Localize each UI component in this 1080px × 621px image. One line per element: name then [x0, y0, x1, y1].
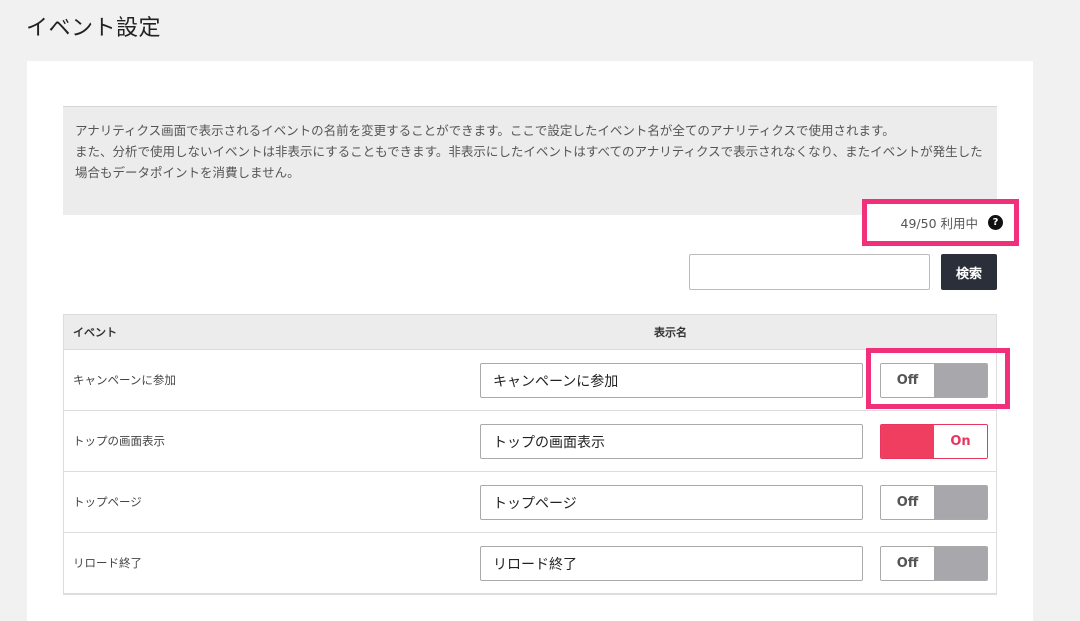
display-name-input[interactable]: トップの画面表示	[480, 424, 863, 459]
help-icon[interactable]: ?	[988, 215, 1003, 230]
description-line-2: また、分析で使用しないイベントは非表示にすることもできます。非表示にしたイベント…	[75, 144, 983, 180]
toggle-label: On	[934, 425, 987, 458]
toggle-knob	[934, 486, 987, 519]
table-header: イベント 表示名	[64, 315, 996, 350]
event-name: トップページ	[73, 495, 142, 509]
toggle-label: Off	[881, 547, 934, 580]
search-button[interactable]: 検索	[941, 254, 997, 290]
event-table: イベント 表示名 キャンペーンに参加 キャンペーンに参加 Off トップの画面表…	[63, 314, 997, 595]
visibility-toggle[interactable]: Off	[880, 363, 988, 398]
usage-text: 49/50 利用中	[900, 216, 979, 231]
visibility-toggle[interactable]: Off	[880, 485, 988, 520]
toggle-label: Off	[881, 364, 934, 397]
description-line-1: アナリティクス画面で表示されるイベントの名前を変更することができます。ここで設定…	[75, 123, 895, 138]
toggle-knob	[881, 425, 934, 458]
visibility-toggle[interactable]: Off	[880, 546, 988, 581]
table-row: リロード終了 リロード終了 Off	[64, 533, 996, 594]
page-title: イベント設定	[26, 16, 162, 41]
display-name-input[interactable]: トップページ	[480, 485, 863, 520]
settings-card: アナリティクス画面で表示されるイベントの名前を変更することができます。ここで設定…	[27, 61, 1033, 621]
event-name: トップの画面表示	[73, 434, 165, 448]
event-name: キャンペーンに参加	[73, 373, 176, 387]
visibility-toggle[interactable]: On	[880, 424, 988, 459]
table-row: トップページ トップページ Off	[64, 472, 996, 533]
toggle-label: Off	[881, 486, 934, 519]
search-input[interactable]	[689, 254, 930, 290]
column-header-event: イベント	[73, 326, 117, 339]
display-name-input[interactable]: リロード終了	[480, 546, 863, 581]
toggle-knob	[934, 364, 987, 397]
usage-indicator: 49/50 利用中 ?	[862, 199, 1019, 246]
table-row: キャンペーンに参加 キャンペーンに参加 Off	[64, 350, 996, 411]
display-name-input[interactable]: キャンペーンに参加	[480, 363, 863, 398]
column-header-display-name: 表示名	[654, 326, 687, 339]
toggle-knob	[934, 547, 987, 580]
event-name: リロード終了	[73, 556, 142, 570]
table-row: トップの画面表示 トップの画面表示 On	[64, 411, 996, 472]
description-panel: アナリティクス画面で表示されるイベントの名前を変更することができます。ここで設定…	[63, 106, 997, 215]
